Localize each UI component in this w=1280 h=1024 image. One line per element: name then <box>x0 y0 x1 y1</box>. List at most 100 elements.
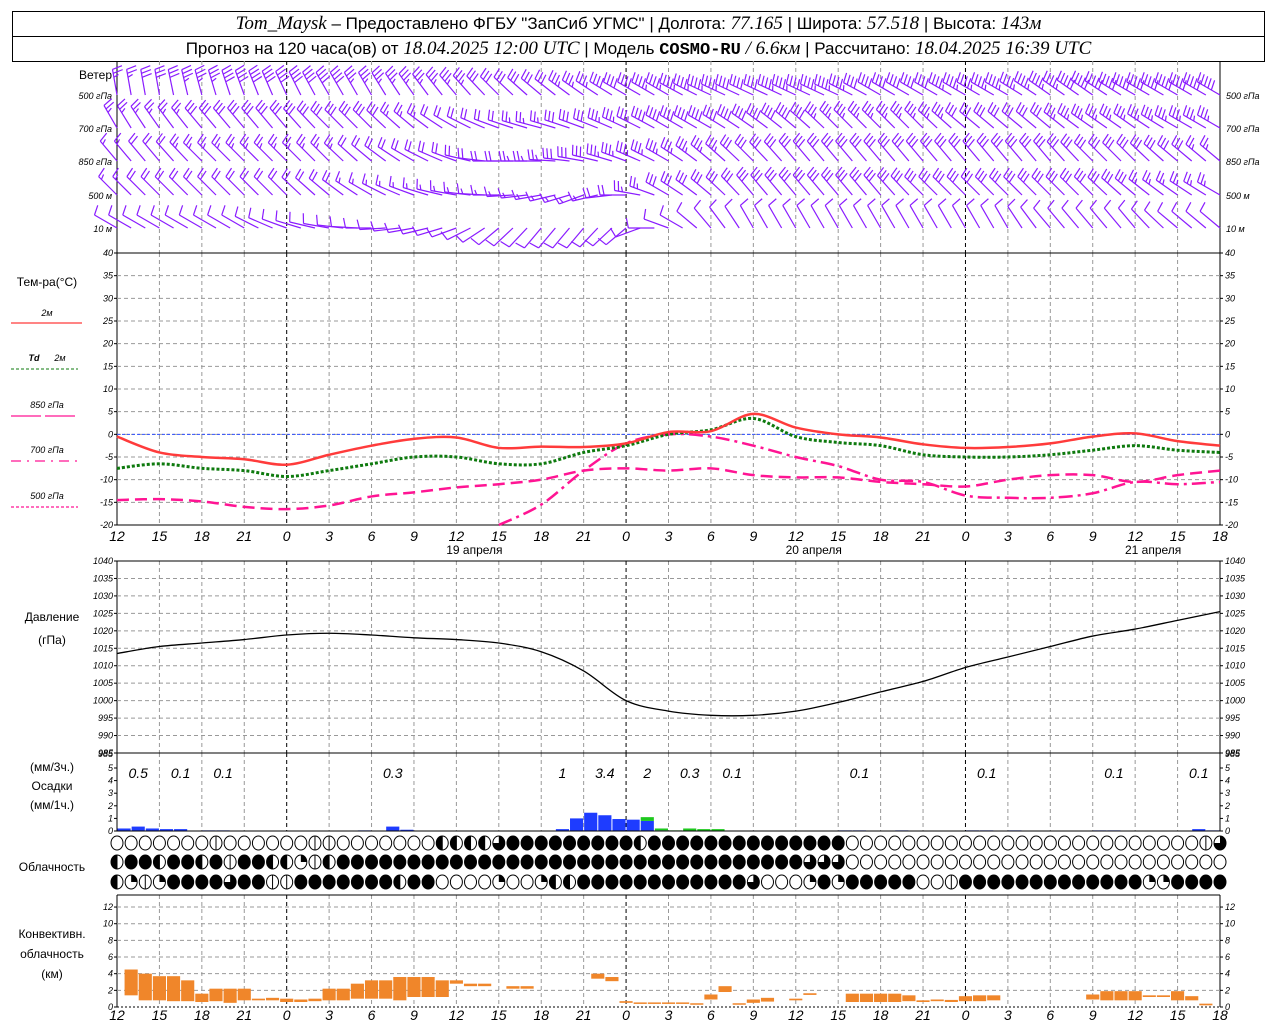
wind-barb-feather <box>617 72 622 83</box>
wind-barb <box>838 198 853 229</box>
wind-barb-feather <box>211 77 217 83</box>
cloud-circle <box>916 874 930 890</box>
wind-barb-feather <box>813 113 817 119</box>
cloud-cover-symbol <box>110 854 124 870</box>
wind-barb-feather <box>310 100 317 110</box>
wind-barb-feather <box>1143 74 1149 85</box>
wind-barb-feather <box>537 71 544 82</box>
cloud-cover-symbol <box>704 874 718 890</box>
wind-barb-feather <box>652 142 657 153</box>
wind-barb-feather <box>709 108 714 119</box>
x-tick-label: 0 <box>622 528 630 544</box>
cloud-cover-symbol <box>563 854 577 870</box>
x-tick-label: 15 <box>830 1007 846 1023</box>
wind-barb-feather <box>641 78 647 89</box>
wind-barb-feather <box>895 198 904 206</box>
wind-barb-feather <box>906 76 912 87</box>
cloud-circle <box>591 835 605 851</box>
cloud-circle <box>421 874 435 890</box>
convective-cloud-bar <box>591 973 605 979</box>
wind-barb-feather <box>1073 167 1081 177</box>
cloud-cover-symbol <box>181 874 195 890</box>
wind-barb-feather <box>1159 172 1165 183</box>
cloud-cover-symbol <box>1001 835 1015 851</box>
wind-barb-feather <box>169 72 180 78</box>
wind-barb <box>693 199 712 229</box>
cloud-cover-symbol <box>1086 854 1100 870</box>
wind-barb-feather <box>239 133 247 143</box>
cloud-half-fill <box>111 875 117 889</box>
cloud-cover-symbol <box>746 835 760 851</box>
wind-barb-feather <box>824 79 829 90</box>
cloud-cover-symbol <box>1043 854 1057 870</box>
cloud-half-fill <box>563 875 570 889</box>
wind-barb-feather <box>168 68 179 75</box>
cloud-cover-symbol <box>1128 854 1142 870</box>
wind-barb-feather <box>977 76 982 87</box>
y-tick-label-left: 10 <box>103 919 113 929</box>
wind-barb-feather <box>768 198 777 206</box>
cloud-circle <box>1199 854 1213 870</box>
cloud-circle <box>1213 874 1227 890</box>
wind-barb-feather <box>369 103 376 114</box>
cloud-cover-symbol <box>308 874 322 890</box>
wind-barb-feather <box>906 103 914 113</box>
wind-barb-feather <box>578 73 584 84</box>
wind-barb-feather <box>520 69 527 79</box>
wind-barb-feather <box>673 84 676 91</box>
y-tick-label-left: 4 <box>108 776 113 786</box>
wind-barb <box>310 100 330 129</box>
wind-barb <box>764 166 783 196</box>
cloud-cover-symbol <box>266 874 280 890</box>
wind-barb-feather <box>924 78 929 89</box>
cloud-cover-symbol <box>987 835 1001 851</box>
cloud-cover-symbol <box>181 835 195 851</box>
cloud-cover-symbol <box>563 835 577 851</box>
cloud-circle <box>760 835 774 851</box>
cloud-circle <box>280 835 294 851</box>
cloud-cover-symbol <box>1029 835 1043 851</box>
wind-barb-feather <box>836 103 843 113</box>
snow-bar <box>640 817 654 821</box>
wind-barb-feather <box>1060 105 1066 116</box>
wind-barb <box>852 198 867 229</box>
cloud-cover-symbol <box>591 874 605 890</box>
wind-barb-feather <box>989 167 996 177</box>
y-tick-label-left: 985 <box>98 749 114 759</box>
wind-barb-feather <box>197 167 204 177</box>
x-tick-label: 0 <box>962 1007 970 1023</box>
wind-barb-feather <box>460 79 465 85</box>
cloud-circle <box>1185 874 1199 890</box>
wind-barb-feather <box>890 100 897 110</box>
cloud-circle <box>1156 835 1170 851</box>
wind-barb-feather <box>501 110 504 121</box>
wind-barb-staff <box>643 218 669 229</box>
x-tick-label: 15 <box>1170 1007 1186 1023</box>
wind-barb-feather <box>1087 73 1093 84</box>
wind-barb-staff <box>937 205 952 229</box>
wind-barb <box>234 64 249 96</box>
x-tick-label: 0 <box>622 1007 630 1023</box>
wind-barb <box>440 227 471 241</box>
cloud-circle <box>492 854 506 870</box>
wind-barb-feather <box>394 140 399 151</box>
wind-barb-feather <box>875 100 883 110</box>
wind-barb-feather <box>760 102 767 113</box>
cloud-circle <box>534 854 548 870</box>
cloud-cover-symbol <box>1213 874 1227 890</box>
wind-barb <box>980 198 995 229</box>
cloud-circle <box>181 874 195 890</box>
y-tick-label-right: -15 <box>1225 497 1239 507</box>
cloud-cover-symbol <box>138 835 152 851</box>
wind-barb-feather <box>782 79 787 90</box>
wind-barb <box>895 198 910 229</box>
wind-barb-feather <box>335 171 341 181</box>
wind-barb <box>934 132 952 162</box>
convective-cloud-bar <box>1128 991 1142 1001</box>
cloud-cover-symbol <box>1100 854 1114 870</box>
date-label: 19 апреля <box>446 543 502 557</box>
wind-barb-feather <box>1060 72 1066 83</box>
cloud-cover-symbol <box>1001 874 1015 890</box>
wind-barb-feather <box>143 170 151 180</box>
wind-barb-feather <box>168 167 176 177</box>
